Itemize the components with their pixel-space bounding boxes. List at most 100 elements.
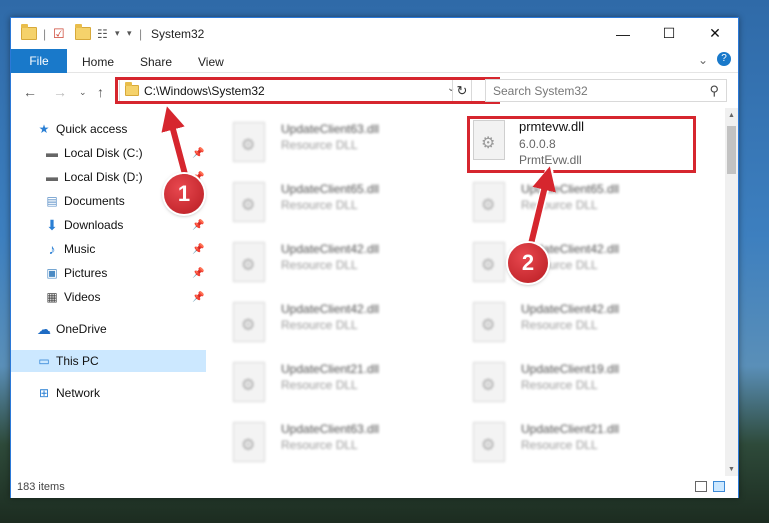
sidebar-item-label: Documents <box>64 194 125 208</box>
file-highlight <box>467 116 696 173</box>
file-name: UpdateClient63.dll <box>281 422 380 436</box>
sidebar-item-label: Local Disk (D:) <box>64 170 143 184</box>
dll-file-icon <box>233 122 265 162</box>
sidebar-item-this-pc[interactable]: ▭ This PC <box>11 350 206 372</box>
dll-file-icon <box>233 242 265 282</box>
star-icon: ★ <box>38 122 50 136</box>
file-name: UpdateClient42.dll <box>281 242 380 256</box>
sidebar-item-label: Network <box>56 386 101 400</box>
list-item[interactable]: UpdateClient65.dll Resource DLL <box>473 178 703 234</box>
dll-file-icon <box>473 362 505 402</box>
list-item[interactable]: UpdateClient42.dll Resource DLL <box>233 298 463 354</box>
documents-icon: ▤ <box>46 194 58 208</box>
scroll-up-icon[interactable]: ▲ <box>725 108 738 122</box>
recent-locations-icon[interactable]: ⌄ <box>79 87 87 98</box>
expand-ribbon-icon[interactable]: ⌄ <box>698 53 708 67</box>
file-description: Resource DLL <box>281 258 358 272</box>
file-name: UpdateClient42.dll <box>521 302 620 316</box>
sidebar-item-label: Local Disk (C:) <box>64 146 143 160</box>
list-item[interactable]: UpdateClient65.dll Resource DLL <box>233 178 463 234</box>
list-item[interactable]: UpdateClient63.dll Resource DLL <box>233 418 463 474</box>
callout-step-1: 1 <box>164 174 204 214</box>
list-item[interactable]: UpdateClient42.dll Resource DLL <box>473 298 703 354</box>
navigation-pane: ★ Quick access ▬ Local Disk (C:) 📌 ▬ Loc… <box>11 108 206 476</box>
tab-file[interactable]: File <box>11 49 67 73</box>
sidebar-item-pictures[interactable]: ▣ Pictures 📌 <box>11 262 206 284</box>
new-folder-icon[interactable] <box>75 24 91 42</box>
file-description: Resource DLL <box>521 438 598 452</box>
separator: | <box>139 26 143 41</box>
sidebar-item-onedrive[interactable]: ☁ OneDrive <box>11 318 206 340</box>
address-row: ← → ⌄ ↑ C:\Windows\System32 ⌄ ↻ Search S… <box>11 74 738 108</box>
cloud-icon: ☁ <box>37 320 51 337</box>
music-icon: ♪ <box>48 241 56 257</box>
sidebar-item-videos[interactable]: ▦ Videos 📌 <box>11 286 206 308</box>
close-button[interactable]: ✕ <box>692 18 738 49</box>
details-view-icon[interactable] <box>695 481 707 492</box>
list-item[interactable]: UpdateClient21.dll Resource DLL <box>233 358 463 414</box>
drive-icon: ▬ <box>46 146 58 160</box>
callout-step-2: 2 <box>508 243 548 283</box>
sidebar-item-music[interactable]: ♪ Music 📌 <box>11 238 206 260</box>
computer-icon: ▭ <box>38 354 50 368</box>
tab-view[interactable]: View <box>198 55 224 69</box>
file-name: UpdateClient63.dll <box>281 122 380 136</box>
window-title: System32 <box>151 27 205 41</box>
list-item[interactable]: UpdateClient19.dll Resource DLL <box>473 358 703 414</box>
list-item[interactable]: UpdateClient21.dll Resource DLL <box>473 418 703 474</box>
file-name: UpdateClient65.dll <box>281 182 380 196</box>
sidebar-item-label: Pictures <box>64 266 108 280</box>
qa-menu-icon[interactable]: ▾ <box>127 25 132 42</box>
file-description: Resource DLL <box>521 378 598 392</box>
list-item[interactable]: UpdateClient42.dll Resource DLL <box>233 238 463 294</box>
up-icon[interactable]: ↑ <box>97 84 104 100</box>
file-name: UpdateClient21.dll <box>521 422 620 436</box>
minimize-button[interactable]: — <box>600 18 646 49</box>
network-icon: ⊞ <box>38 386 50 400</box>
pictures-icon: ▣ <box>46 266 58 280</box>
drive-icon: ▬ <box>46 170 58 184</box>
tab-home[interactable]: Home <box>82 55 114 69</box>
list-item[interactable]: UpdateClient63.dll Resource DLL <box>233 118 463 174</box>
sidebar-item-downloads[interactable]: ⬇ Downloads 📌 <box>11 214 206 236</box>
sidebar-item-label: This PC <box>56 354 99 368</box>
file-name: UpdateClient19.dll <box>521 362 620 376</box>
videos-icon: ▦ <box>46 290 58 304</box>
pin-icon[interactable]: 📌 <box>192 292 204 303</box>
tab-share[interactable]: Share <box>140 55 172 69</box>
file-description: Resource DLL <box>521 318 598 332</box>
folder-icon[interactable] <box>21 24 37 42</box>
forward-icon[interactable]: → <box>53 84 67 100</box>
sidebar-item-quick-access[interactable]: ★ Quick access <box>11 118 206 140</box>
large-icons-view-icon[interactable] <box>713 481 725 492</box>
scrollbar-thumb[interactable] <box>727 126 736 174</box>
search-input[interactable]: Search System32 ⚲ <box>485 79 727 102</box>
sidebar-item-local-disk-c[interactable]: ▬ Local Disk (C:) 📌 <box>11 142 206 164</box>
sidebar-item-label: Downloads <box>64 218 124 232</box>
file-name: UpdateClient42.dll <box>281 302 380 316</box>
pin-icon[interactable]: 📌 <box>192 148 204 159</box>
sidebar-item-network[interactable]: ⊞ Network <box>11 382 206 404</box>
dll-file-icon <box>473 302 505 342</box>
file-description: Resource DLL <box>281 438 358 452</box>
file-name: UpdateClient65.dll <box>521 182 620 196</box>
help-icon[interactable]: ? <box>717 52 731 66</box>
properties-icon[interactable]: ☑ <box>53 25 65 42</box>
dll-file-icon <box>473 242 505 282</box>
download-icon: ⬇ <box>46 216 58 233</box>
pin-icon[interactable]: 📌 <box>192 220 204 231</box>
maximize-button[interactable]: ☐ <box>646 18 692 49</box>
item-count: 183 items <box>17 481 65 493</box>
qa-dropdown-icon[interactable]: ▾ <box>115 25 120 42</box>
explorer-window: | ☑ ☷ ▾ ▾ | System32 — ☐ ✕ File Home Sha… <box>10 17 739 498</box>
back-icon[interactable]: ← <box>23 84 37 100</box>
scroll-down-icon[interactable]: ▼ <box>725 462 738 476</box>
vertical-scrollbar[interactable]: ▲ ▼ <box>725 108 738 476</box>
file-description: Resource DLL <box>281 318 358 332</box>
pin-icon[interactable]: 📌 <box>192 244 204 255</box>
status-bar: 183 items <box>11 476 738 498</box>
customize-icon[interactable]: ☷ <box>97 25 108 42</box>
search-icon: ⚲ <box>709 83 719 98</box>
sidebar-item-label: Music <box>64 242 96 256</box>
pin-icon[interactable]: 📌 <box>192 268 204 279</box>
